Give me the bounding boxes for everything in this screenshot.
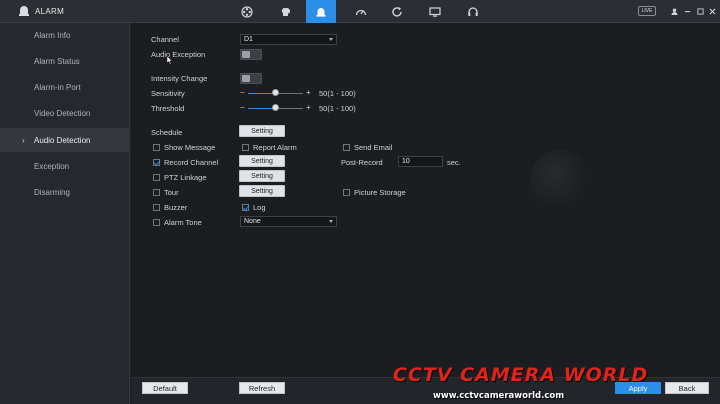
schedule-label: Schedule xyxy=(151,128,183,137)
sidebar-item-disarming[interactable]: Disarming xyxy=(0,180,130,204)
watermark-globe-icon xyxy=(530,150,590,210)
buzzer-label: Buzzer xyxy=(164,203,188,212)
alarm-tone-checkbox[interactable] xyxy=(153,219,160,226)
sidebar-item-label: Video Detection xyxy=(34,108,91,118)
watermark-url: www.cctvcameraworld.com xyxy=(433,391,565,401)
log-checkbox[interactable] xyxy=(242,204,249,211)
sensitivity-label: Sensitivity xyxy=(151,89,185,98)
main-panel xyxy=(131,23,720,404)
sidebar-item-label: Alarm Status xyxy=(34,56,80,66)
sensitivity-slider-handle[interactable] xyxy=(271,89,279,96)
record-channel-checkbox[interactable] xyxy=(153,159,160,166)
decrease-sensitivity-button[interactable]: − xyxy=(240,88,245,97)
channel-value: D1 xyxy=(244,36,253,43)
threshold-slider-handle[interactable] xyxy=(271,104,279,111)
send-email-checkbox[interactable] xyxy=(343,144,350,151)
watermark-logo: CCTV CAMERA WORLD xyxy=(393,364,649,386)
alarm-tone-value: None xyxy=(244,218,261,225)
chevron-right-icon: › xyxy=(22,135,25,145)
toggle-knob xyxy=(242,75,250,82)
report-alarm-label: Report Alarm xyxy=(253,143,297,152)
ptz-linkage-label: PTZ Linkage xyxy=(164,173,207,182)
intensity-change-toggle[interactable] xyxy=(240,73,262,84)
sidebar-item-label: Audio Detection xyxy=(34,135,91,145)
close-icon[interactable] xyxy=(708,7,716,15)
alarm-tone-label: Alarm Tone xyxy=(164,218,202,227)
alarm-app-icon xyxy=(18,5,30,17)
sidebar: Alarm Info Alarm Status Alarm-in Port Vi… xyxy=(0,23,130,404)
audio-exception-toggle[interactable] xyxy=(240,49,262,60)
minimize-icon[interactable] xyxy=(683,7,691,15)
top-bar: ALARM LIVE xyxy=(0,0,720,23)
alarm-tone-select[interactable]: None xyxy=(240,216,337,227)
sidebar-item-label: Alarm Info xyxy=(34,30,71,40)
channel-select[interactable]: D1 xyxy=(240,34,337,45)
report-alarm-checkbox[interactable] xyxy=(242,144,249,151)
refresh-button[interactable]: Refresh xyxy=(239,382,285,394)
tour-label: Tour xyxy=(164,188,179,197)
ptz-linkage-checkbox[interactable] xyxy=(153,174,160,181)
picture-storage-checkbox[interactable] xyxy=(343,189,350,196)
show-message-checkbox[interactable] xyxy=(153,144,160,151)
chevron-down-icon xyxy=(329,220,333,223)
camera-icon[interactable] xyxy=(232,0,262,23)
sensitivity-value: 50(1 - 100) xyxy=(319,89,356,98)
default-button[interactable]: Default xyxy=(142,382,188,394)
back-button[interactable]: Back xyxy=(665,382,709,394)
headset-icon[interactable] xyxy=(458,0,488,23)
refresh-icon[interactable] xyxy=(382,0,412,23)
decrease-threshold-button[interactable]: − xyxy=(240,103,245,112)
toggle-knob xyxy=(242,51,250,58)
post-record-label: Post-Record xyxy=(341,158,383,167)
user-icon[interactable] xyxy=(670,7,678,15)
threshold-label: Threshold xyxy=(151,104,185,113)
app-title: ALARM xyxy=(35,7,65,16)
record-channel-label: Record Channel xyxy=(164,158,219,167)
post-record-input[interactable]: 10 xyxy=(398,156,443,167)
alarm-icon[interactable] xyxy=(306,0,336,23)
sidebar-item-alarm-in-port[interactable]: Alarm-in Port xyxy=(0,75,130,99)
sidebar-item-alarm-info[interactable]: Alarm Info xyxy=(0,23,130,47)
monitor-icon[interactable] xyxy=(420,0,450,23)
intensity-change-label: Intensity Change xyxy=(151,74,208,83)
chevron-down-icon xyxy=(329,38,333,41)
sidebar-item-exception[interactable]: Exception xyxy=(0,154,130,178)
channel-label: Channel xyxy=(151,35,179,44)
record-channel-setting-button[interactable]: Setting xyxy=(239,155,285,167)
schedule-setting-button[interactable]: Setting xyxy=(239,125,285,137)
tour-setting-button[interactable]: Setting xyxy=(239,185,285,197)
buzzer-checkbox[interactable] xyxy=(153,204,160,211)
increase-sensitivity-button[interactable]: + xyxy=(306,88,311,97)
increase-threshold-button[interactable]: + xyxy=(306,103,311,112)
post-record-value: 10 xyxy=(402,158,410,165)
send-email-label: Send Email xyxy=(354,143,393,152)
sidebar-item-alarm-status[interactable]: Alarm Status xyxy=(0,49,130,73)
sidebar-item-audio-detection[interactable]: › Audio Detection xyxy=(0,128,130,152)
show-message-label: Show Message xyxy=(164,143,216,152)
log-label: Log xyxy=(253,203,266,212)
audio-exception-label: Audio Exception xyxy=(151,50,206,59)
sidebar-item-label: Disarming xyxy=(34,187,71,197)
gauge-icon[interactable] xyxy=(346,0,376,23)
brain-icon[interactable] xyxy=(271,0,301,23)
live-button[interactable]: LIVE xyxy=(638,6,656,16)
sidebar-item-video-detection[interactable]: Video Detection xyxy=(0,101,130,125)
threshold-value: 50(1 - 100) xyxy=(319,104,356,113)
picture-storage-label: Picture Storage xyxy=(354,188,406,197)
maximize-icon[interactable] xyxy=(696,7,704,15)
mouse-cursor-icon xyxy=(166,55,173,67)
post-record-unit: sec. xyxy=(447,158,461,167)
sidebar-item-label: Alarm-in Port xyxy=(34,82,81,92)
ptz-linkage-setting-button[interactable]: Setting xyxy=(239,170,285,182)
tour-checkbox[interactable] xyxy=(153,189,160,196)
sidebar-item-label: Exception xyxy=(34,161,70,171)
